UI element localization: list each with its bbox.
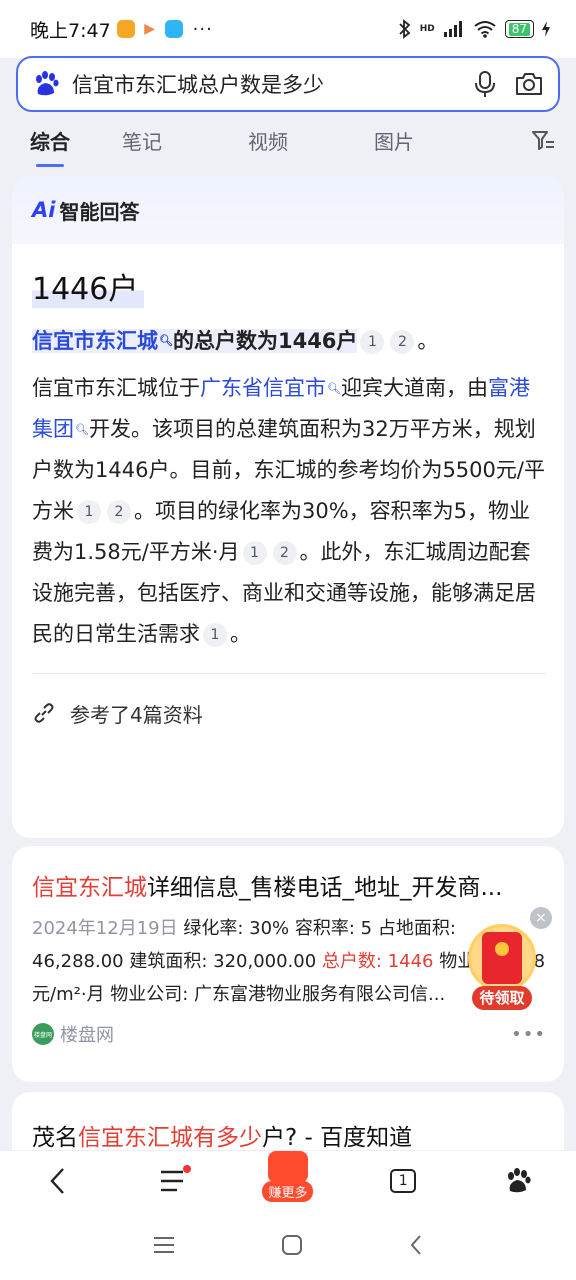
link-icon [34, 703, 54, 723]
wifi-icon [474, 21, 496, 38]
more-notifications-icon: ··· [192, 18, 213, 40]
tab-all[interactable]: 综合 [30, 126, 70, 167]
charging-icon [542, 21, 550, 37]
menu-button[interactable] [143, 1164, 203, 1193]
result-date: 2024年12月19日 [32, 918, 178, 939]
battery-indicator: 87 [504, 20, 534, 38]
search-tabs: 综合 笔记 视频 图片 [0, 112, 576, 168]
red-packet-widget[interactable]: 待领取 [466, 920, 538, 1012]
summary-end: 。 [417, 329, 439, 353]
signal-icon [443, 21, 462, 37]
entity-link-guangdong-xinyi[interactable]: 广东省信宜市 [200, 376, 326, 400]
entity-search-icon: 🔍︎ [159, 334, 173, 347]
citation-2[interactable]: 2 [107, 500, 131, 524]
result-title-text: 茂名 [32, 1125, 78, 1151]
citation-1[interactable]: 1 [360, 330, 385, 354]
status-time: 晚上7:47 [30, 19, 111, 42]
battery-level: 87 [508, 22, 530, 36]
filter-icon[interactable] [530, 127, 556, 153]
hd-label: HD [419, 24, 435, 34]
result-title[interactable]: 茂名信宜东汇城有多少户? - 百度知道 [32, 1118, 544, 1152]
notification-dot [182, 1164, 191, 1173]
tab-videos[interactable]: 视频 [248, 126, 288, 155]
entity-link-dong-hui-cheng[interactable]: 信宜市东汇城 [32, 329, 158, 353]
tab-images[interactable]: 图片 [374, 126, 414, 155]
tabs-button[interactable]: 1 [373, 1168, 433, 1193]
result-source: 楼盘网 楼盘网 ••• [32, 1021, 546, 1047]
snippet-highlight: 总户数: 1446 [321, 951, 434, 972]
tab-notes[interactable]: 笔记 [122, 126, 162, 155]
gift-icon [267, 1151, 308, 1183]
baidu-paw-icon [508, 1167, 531, 1192]
para-text-2: 迎宾大道南，由 [340, 376, 488, 400]
earn-more-button[interactable]: 赚更多 [258, 1151, 318, 1202]
notes-app-icon [116, 20, 135, 38]
result-title-text: 详细信息_售楼电话_地址_开发商... [147, 875, 503, 901]
entity-search-icon: 🔍︎ [75, 423, 89, 436]
ai-answer-card: Ai 智能回答 1446户 信宜市东汇城🔍︎的总户数为1446户 1 2。 信宜市东… [12, 176, 564, 838]
voice-search-icon[interactable] [470, 69, 500, 99]
search-box[interactable]: 信宜市东汇城总户数是多少 [16, 56, 560, 112]
video-app-icon: ▶ [140, 20, 159, 38]
loupan-site-icon: 楼盘网 [32, 1023, 54, 1045]
recents-icon[interactable] [152, 1235, 176, 1255]
earn-more-label: 赚更多 [262, 1181, 314, 1202]
baidu-logo-icon [36, 71, 59, 96]
citation-2[interactable]: 2 [390, 330, 415, 354]
back-arrow-icon [49, 1167, 64, 1194]
status-bar: 晚上7:47 ▶ ··· HD 87 [0, 0, 576, 58]
baidu-home-button[interactable] [488, 1167, 548, 1195]
ai-answer-header: Ai 智能回答 [12, 176, 564, 244]
nav-back-icon[interactable] [408, 1233, 424, 1257]
bluetooth-icon [399, 19, 411, 39]
bottom-toolbar: 赚更多 1 [0, 1150, 576, 1210]
tab-count: 1 [390, 1168, 417, 1193]
summary-text: 的总户数为1446户 [172, 329, 358, 353]
red-packet-icon [468, 924, 536, 992]
chat-app-icon [164, 20, 183, 38]
home-icon[interactable] [280, 1233, 304, 1257]
citation-1[interactable]: 1 [77, 500, 101, 524]
result-source-name: 楼盘网 [60, 1025, 114, 1046]
red-packet-label: 待领取 [472, 986, 532, 1010]
system-nav-bar [0, 1210, 576, 1280]
result-title-highlight: 信宜东汇城有多少 [78, 1125, 262, 1151]
citation-1[interactable]: 1 [203, 623, 227, 647]
ai-logo-icon: Ai [32, 198, 56, 222]
citation-2[interactable]: 2 [272, 541, 297, 565]
para-text-1: 信宜市东汇城位于 [32, 376, 200, 400]
search-input[interactable]: 信宜市东汇城总户数是多少 [72, 69, 456, 99]
answer-summary: 信宜市东汇城🔍︎的总户数为1446户 1 2。 [32, 326, 546, 356]
citation-1[interactable]: 1 [242, 541, 267, 565]
menu-icon [160, 1170, 183, 1191]
answer-paragraph: 信宜市东汇城位于广东省信宜市🔍︎迎宾大道南，由富港集团🔍︎开发。该项目的总建筑面… [32, 368, 546, 655]
more-options-icon[interactable]: ••• [511, 1024, 546, 1045]
references-link[interactable]: 参考了4篇资料 [32, 674, 546, 752]
answer-headline: 1446户 [32, 264, 145, 308]
back-button[interactable] [28, 1166, 88, 1196]
result-title-text: 户? - 百度知道 [262, 1125, 413, 1151]
result-title-highlight: 信宜东汇城 [32, 875, 147, 901]
ai-answer-title: 智能回答 [59, 199, 140, 224]
references-label: 参考了4篇资料 [70, 702, 203, 727]
entity-search-icon: 🔍︎ [327, 382, 341, 395]
camera-search-icon[interactable] [514, 69, 544, 99]
result-title[interactable]: 信宜东汇城详细信息_售楼电话_地址_开发商... [32, 868, 546, 902]
para-text-6: 。 [230, 622, 251, 646]
